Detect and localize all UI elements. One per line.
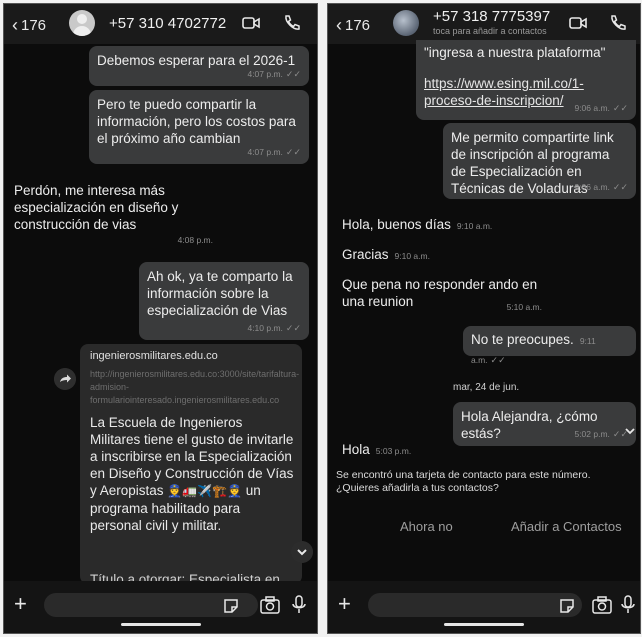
- message-time: 4:07 p.m. ✓✓: [247, 144, 301, 161]
- chevron-down-icon[interactable]: [291, 541, 313, 563]
- message-bubble[interactable]: Ah ok, ya te comparto la información sob…: [139, 262, 309, 340]
- chat-header: ‹ 176 +57 318 7775397 toca para añadir a …: [328, 4, 640, 44]
- message-time: 9:06 a.m. ✓✓: [574, 179, 628, 196]
- message-bubble-incoming[interactable]: Gracias 9:10 a.m.: [336, 242, 456, 268]
- microphone-icon[interactable]: [620, 594, 636, 616]
- message-text: Perdón, me interesa más especialización …: [14, 183, 179, 232]
- link-body-text: La Escuela de Ingenieros Militares tiene…: [90, 414, 295, 534]
- message-text: Ah ok, ya te comparto la información sob…: [147, 269, 293, 318]
- back-chevron-icon: ‹: [336, 15, 342, 35]
- avatar[interactable]: [69, 10, 95, 36]
- read-check-icon: ✓✓: [612, 103, 628, 113]
- message-text: Gracias: [342, 247, 389, 262]
- message-bubble-incoming[interactable]: Hola, buenos días 9:10 a.m.: [336, 212, 516, 238]
- message-time: 9:10 a.m.: [394, 251, 430, 261]
- message-bubble-incoming[interactable]: Hola 5:03 p.m.: [336, 437, 436, 463]
- link-domain: ingenierosmilitares.edu.co: [90, 350, 218, 362]
- contact-phone[interactable]: +57 310 4702772: [109, 15, 226, 32]
- read-check-icon: ✓✓: [612, 182, 628, 192]
- message-text: Hola: [342, 442, 370, 457]
- message-bubble-incoming[interactable]: Que pena no responder ando en una reunio…: [336, 272, 546, 318]
- message-bubble[interactable]: "ingresa a nuestra plataforma" https://w…: [416, 40, 636, 120]
- message-input-bar: +: [4, 581, 317, 633]
- video-call-icon[interactable]: [568, 13, 588, 33]
- avatar[interactable]: [393, 10, 419, 36]
- read-check-icon: ✓✓: [285, 323, 301, 333]
- time-text: 9:06 a.m.: [574, 103, 610, 113]
- message-bubble[interactable]: Pero te puedo compartir la información, …: [89, 90, 309, 164]
- link-url[interactable]: http://ingenierosmilitares.edu.co:3000/s…: [90, 368, 299, 407]
- video-call-icon[interactable]: [241, 13, 261, 33]
- message-time: 5:03 p.m.: [375, 446, 412, 456]
- sticker-icon[interactable]: [558, 597, 576, 615]
- message-time: 4:08 p.m.: [177, 235, 213, 245]
- message-text: Pero te puedo compartir la información, …: [97, 97, 296, 146]
- message-time: 5:10 a.m.: [506, 302, 542, 312]
- contact-subtitle[interactable]: toca para añadir a contactos: [433, 26, 547, 36]
- message-bubble-incoming[interactable]: Perdón, me interesa más especialización …: [6, 176, 221, 252]
- time-text: 4:07 p.m.: [247, 147, 283, 157]
- sticker-icon[interactable]: [222, 597, 240, 615]
- add-to-contacts-button[interactable]: Añadir a Contactos: [511, 519, 622, 534]
- message-time: 9:10 a.m.: [456, 221, 493, 231]
- message-link[interactable]: https://www.esing.mil.co/1-proceso-de-in…: [424, 76, 584, 108]
- message-input-bar: +: [328, 581, 640, 633]
- unread-count: 176: [21, 17, 47, 34]
- home-indicator: [120, 623, 201, 626]
- message-time: 4:07 p.m. ✓✓: [247, 66, 301, 83]
- message-bubble[interactable]: Me permito compartirte link de inscripci…: [443, 123, 636, 199]
- message-time: 9:06 a.m. ✓✓: [574, 100, 628, 117]
- chat-header: ‹ 176 +57 310 4702772: [4, 4, 317, 44]
- contact-card-notice: Se encontró una tarjeta de contacto para…: [336, 469, 591, 494]
- message-time: 4:10 p.m. ✓✓: [247, 320, 301, 337]
- home-indicator: [444, 623, 524, 626]
- time-text: 9:06 a.m.: [574, 182, 610, 192]
- emoji-icons: 👮🚛✈️🏗️👮: [167, 484, 243, 498]
- link-preview-message[interactable]: ingenierosmilitares.edu.co http://ingeni…: [80, 344, 302, 584]
- camera-icon[interactable]: [259, 595, 281, 615]
- message-time: 5:02 p.m. ✓✓: [574, 426, 628, 443]
- message-bubble[interactable]: Debemos esperar para el 2026-1 4:07 p.m.…: [89, 46, 309, 86]
- message-text: "ingresa a nuestra plataforma": [424, 45, 606, 60]
- microphone-icon[interactable]: [291, 594, 307, 616]
- phone-call-icon[interactable]: [282, 13, 302, 33]
- back-chevron-icon: ‹: [12, 15, 18, 35]
- time-text: 5:02 p.m.: [574, 429, 610, 439]
- time-text: 4:07 p.m.: [247, 69, 283, 79]
- message-input[interactable]: [368, 593, 582, 617]
- message-text: No te preocupes.: [471, 332, 574, 347]
- not-now-button[interactable]: Ahora no: [400, 519, 453, 534]
- chat-panel-right: ‹ 176 +57 318 7775397 toca para añadir a …: [327, 3, 641, 634]
- date-separator: mar, 24 de jun.: [453, 382, 520, 393]
- message-bubble[interactable]: No te preocupes. 9:11 a.m. ✓✓: [463, 326, 636, 365]
- camera-icon[interactable]: [591, 595, 613, 615]
- contact-phone[interactable]: +57 318 7775397: [433, 8, 550, 25]
- message-text: Hola, buenos días: [342, 217, 451, 232]
- share-icon[interactable]: [54, 368, 76, 390]
- back-button[interactable]: ‹ 176: [12, 14, 46, 35]
- time-text: 4:10 p.m.: [247, 323, 283, 333]
- phone-call-icon[interactable]: [608, 13, 628, 33]
- read-check-icon: ✓✓: [490, 355, 506, 365]
- plus-icon[interactable]: +: [338, 591, 351, 617]
- plus-icon[interactable]: +: [14, 591, 27, 617]
- read-check-icon: ✓✓: [285, 147, 301, 157]
- chevron-down-icon[interactable]: [621, 422, 639, 440]
- chat-panel-left: ‹ 176 +57 310 4702772 Debemos esperar par…: [3, 3, 318, 634]
- back-button[interactable]: ‹ 176: [336, 14, 370, 35]
- read-check-icon: ✓✓: [285, 69, 301, 79]
- unread-count: 176: [345, 17, 371, 34]
- message-bubble[interactable]: Hola Alejandra, ¿cómo estás? 5:02 p.m. ✓✓: [453, 402, 636, 446]
